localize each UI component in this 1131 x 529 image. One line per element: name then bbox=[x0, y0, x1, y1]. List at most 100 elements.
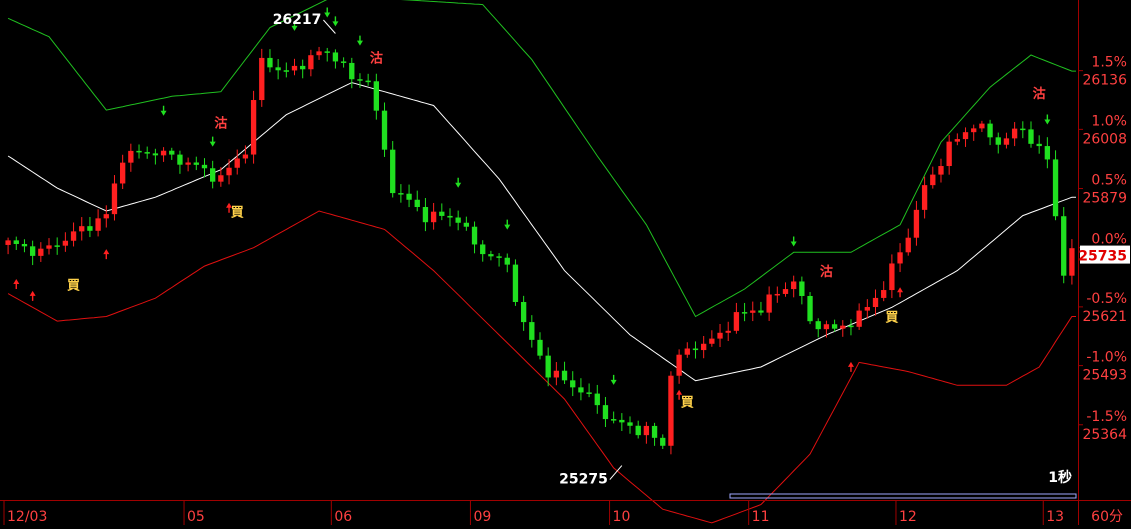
candle-body bbox=[791, 281, 797, 290]
candle-body bbox=[1044, 146, 1051, 160]
candle-body bbox=[594, 393, 600, 406]
sell-signal-label: 沽 bbox=[820, 264, 833, 280]
candle-body bbox=[987, 123, 993, 138]
candle-body bbox=[692, 348, 699, 351]
candle-body bbox=[774, 293, 780, 296]
candle-body bbox=[136, 150, 142, 153]
candle-body bbox=[95, 218, 101, 231]
candle-body bbox=[316, 51, 322, 56]
y-tick-price-label: 25364 bbox=[1082, 427, 1127, 443]
candle-body bbox=[701, 343, 707, 351]
candle-body bbox=[398, 193, 404, 195]
candle-body bbox=[324, 51, 330, 53]
candle-body bbox=[602, 405, 609, 420]
candle-body bbox=[553, 370, 560, 378]
candle-body bbox=[152, 153, 159, 156]
x-tick-label: 13 bbox=[1046, 509, 1064, 525]
candle-body bbox=[610, 419, 617, 421]
candle-body bbox=[954, 139, 961, 142]
candle-body bbox=[119, 162, 126, 184]
candle-body bbox=[962, 132, 969, 140]
candle-body bbox=[1011, 128, 1018, 139]
x-tick-label: 10 bbox=[613, 509, 631, 525]
candle-body bbox=[1003, 138, 1010, 145]
candle-body bbox=[218, 175, 224, 182]
candle-body bbox=[930, 174, 936, 186]
candle-body bbox=[921, 185, 928, 210]
candle-body bbox=[529, 322, 535, 340]
candle-body bbox=[422, 207, 429, 223]
candle-body bbox=[512, 264, 519, 303]
candle-body bbox=[586, 392, 592, 394]
sell-signal-label: 沽 bbox=[370, 51, 383, 67]
candle-body bbox=[390, 149, 396, 194]
sell-arrow-icon bbox=[504, 219, 511, 230]
candle-body bbox=[79, 226, 85, 232]
candle-body bbox=[259, 57, 265, 101]
buy-arrow-icon bbox=[13, 278, 20, 289]
sell-arrow-icon bbox=[1044, 114, 1051, 125]
candle-body bbox=[799, 281, 805, 296]
candle-body bbox=[496, 256, 502, 258]
candle-body bbox=[5, 240, 11, 245]
sell-signal-label: 沽 bbox=[1033, 86, 1046, 102]
interval-label: 60分 bbox=[1091, 509, 1123, 525]
y-tick-pct-label: 1.5% bbox=[1091, 55, 1127, 71]
candle-body bbox=[111, 183, 118, 215]
candle-body bbox=[1028, 129, 1034, 144]
x-tick-label: 11 bbox=[752, 509, 770, 525]
candle-body bbox=[1052, 159, 1059, 217]
extreme-price-label: 25275 bbox=[559, 472, 608, 488]
candle-body bbox=[283, 70, 289, 72]
candle-body bbox=[21, 243, 28, 247]
candle-body bbox=[938, 166, 944, 175]
candle-body bbox=[807, 295, 813, 322]
candle-body bbox=[905, 237, 911, 253]
candle-body bbox=[668, 375, 674, 446]
buy-signal-label: 買 bbox=[885, 310, 898, 325]
candle-body bbox=[177, 154, 183, 165]
candle-body bbox=[545, 355, 551, 378]
candle-body bbox=[815, 321, 821, 330]
x-tick-label: 09 bbox=[473, 509, 491, 525]
progress-bar bbox=[729, 493, 1077, 499]
y-tick-price-label: 25879 bbox=[1082, 191, 1127, 207]
candle-body bbox=[169, 150, 175, 155]
stock-chart[interactable]: 買買沽沽買沽買沽 26217 25275 1.5% 26136 1.0% 26008 0.5%… bbox=[0, 0, 1131, 525]
candle-body bbox=[578, 387, 584, 393]
candle-body bbox=[897, 252, 903, 264]
candle-body bbox=[381, 110, 388, 150]
candle-body bbox=[103, 214, 109, 219]
buy-arrow-icon bbox=[103, 249, 110, 260]
candle-body bbox=[480, 244, 486, 255]
candle-body bbox=[872, 297, 879, 308]
candle-body bbox=[537, 339, 543, 356]
candle-body bbox=[46, 245, 52, 249]
candle-body bbox=[414, 199, 420, 208]
candle-body bbox=[979, 123, 985, 129]
candle-body bbox=[864, 307, 870, 311]
buy-arrow-icon bbox=[847, 361, 854, 372]
y-tick-price-label: 25621 bbox=[1082, 309, 1127, 325]
sell-arrow-icon bbox=[160, 105, 167, 116]
current-price-label: 25735 bbox=[1078, 249, 1127, 265]
candle-body bbox=[504, 257, 510, 265]
candle-body bbox=[643, 425, 650, 436]
buy-arrow-icon bbox=[29, 290, 36, 301]
candle-body bbox=[1036, 143, 1042, 147]
candle-body bbox=[570, 380, 576, 388]
candle-body bbox=[1069, 248, 1075, 276]
candle-body bbox=[291, 65, 298, 71]
candle-body bbox=[488, 254, 494, 257]
candle-body bbox=[340, 61, 347, 63]
candle-body bbox=[439, 211, 445, 216]
candle-body bbox=[856, 310, 862, 327]
candle-body bbox=[750, 310, 756, 313]
candle-body bbox=[308, 55, 314, 70]
candle-body bbox=[201, 164, 208, 169]
candle-body bbox=[733, 312, 740, 331]
x-tick-label: 05 bbox=[187, 509, 205, 525]
candle-body bbox=[676, 354, 682, 376]
y-tick-price-label: 25493 bbox=[1082, 368, 1127, 384]
candle-body bbox=[913, 209, 920, 238]
